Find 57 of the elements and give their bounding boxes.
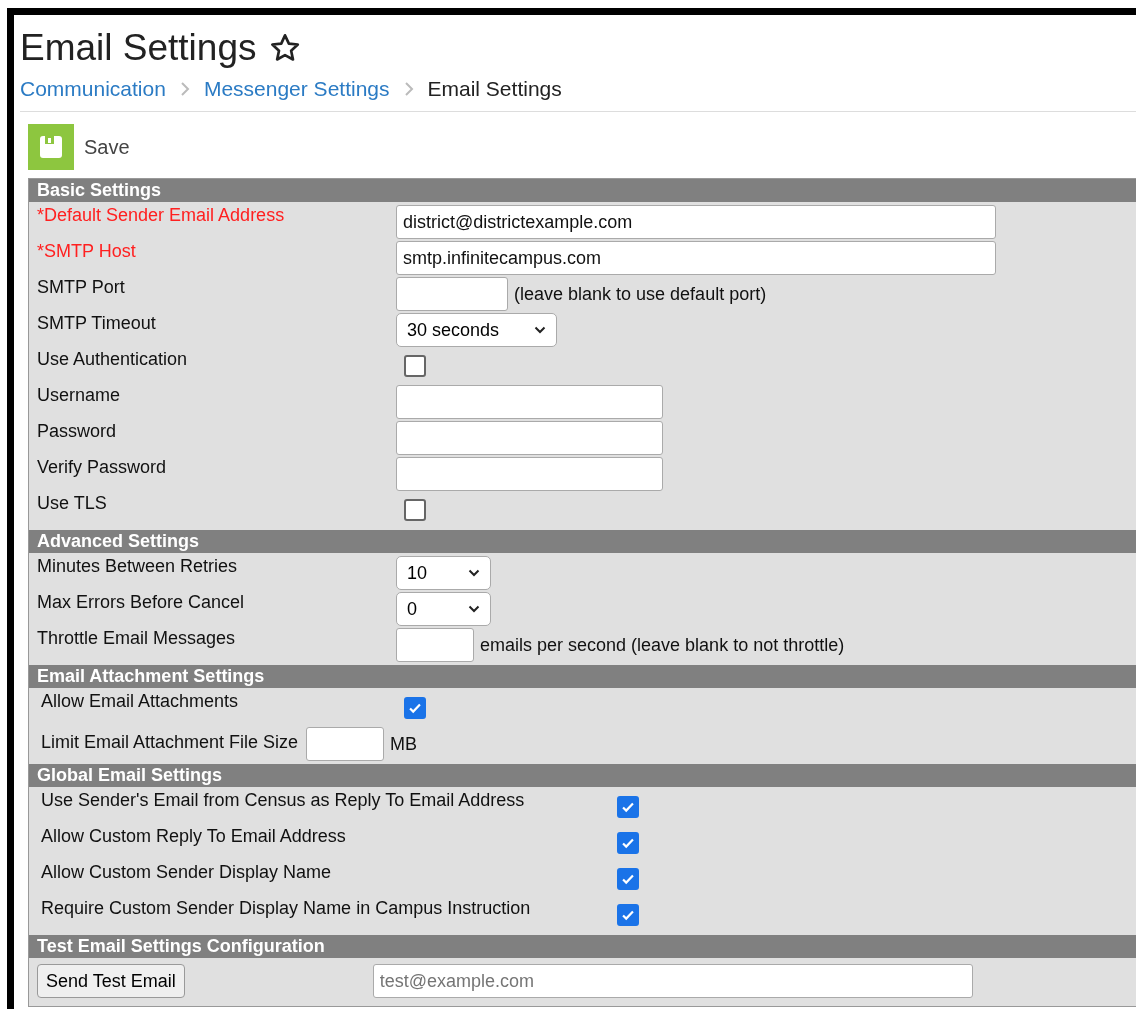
- checkbox[interactable]: [404, 355, 426, 377]
- field-label: Verify Password: [37, 456, 168, 478]
- input-field[interactable]: [396, 385, 663, 419]
- field-label: *Default Sender Email Address: [37, 204, 286, 226]
- checkbox[interactable]: [617, 796, 639, 818]
- field-label: Use Sender's Email from Census as Reply To Email Address: [40, 789, 526, 811]
- send-test-email-button[interactable]: Send Test Email: [37, 964, 185, 998]
- dropdown[interactable]: 30 seconds: [396, 313, 557, 347]
- input-field[interactable]: district@districtexample.com: [396, 205, 996, 239]
- field-label: Allow Email Attachments: [40, 690, 240, 712]
- dropdown[interactable]: 0: [396, 592, 491, 626]
- input-field[interactable]: [306, 727, 385, 761]
- input-field[interactable]: smtp.infinitecampus.com: [396, 241, 996, 275]
- input-field[interactable]: test@example.com: [372, 964, 973, 998]
- chevron-icon: [179, 81, 190, 97]
- chevron-icon: [403, 81, 414, 97]
- field-label: Throttle Email Messages: [37, 627, 237, 649]
- chevron-down-icon: [534, 326, 546, 334]
- input-field[interactable]: [396, 421, 663, 455]
- field-label: Max Errors Before Cancel: [37, 591, 246, 613]
- field-label: Username: [37, 384, 122, 406]
- field-hint: emails per second (leave blank to not throttle): [480, 634, 845, 656]
- field-label: Limit Email Attachment File Size: [40, 731, 299, 753]
- field-label: Use TLS: [37, 492, 108, 514]
- chevron-down-icon: [468, 569, 480, 577]
- section-header: Email Attachment Settings: [29, 665, 1136, 688]
- field-hint: (leave blank to use default port): [514, 283, 767, 305]
- field-label: Minutes Between Retries: [37, 555, 239, 577]
- field-label: Password: [37, 420, 118, 442]
- checkbox[interactable]: [617, 868, 639, 890]
- page-title: Email Settings: [20, 27, 257, 69]
- field-label: Allow Custom Sender Display Name: [40, 861, 333, 883]
- input-field[interactable]: [396, 277, 508, 311]
- section-header: Test Email Settings Configuration: [29, 935, 1136, 958]
- dropdown[interactable]: 10: [396, 556, 491, 590]
- save-label[interactable]: Save: [84, 135, 130, 159]
- breadcrumb-link[interactable]: Messenger Settings: [203, 77, 390, 101]
- field-label: Require Custom Sender Display Name in Campus Instruction: [40, 897, 532, 919]
- field-hint: MB: [390, 733, 418, 755]
- breadcrumb-link[interactable]: Communication: [20, 77, 166, 101]
- checkbox[interactable]: [404, 697, 426, 719]
- chevron-down-icon: [468, 605, 480, 613]
- input-field[interactable]: [396, 628, 474, 662]
- section-header: Advanced Settings: [29, 530, 1136, 553]
- field-label: Allow Custom Reply To Email Address: [40, 825, 347, 847]
- section-header: Global Email Settings: [29, 764, 1136, 787]
- input-field[interactable]: [396, 457, 663, 491]
- field-label: Use Authentication: [37, 348, 189, 370]
- checkbox[interactable]: [617, 904, 639, 926]
- section-header: Basic Settings: [29, 179, 1136, 202]
- field-label: SMTP Timeout: [37, 312, 157, 334]
- breadcrumb-current: Email Settings: [427, 77, 562, 101]
- field-label: *SMTP Host: [37, 240, 137, 262]
- star-icon[interactable]: [268, 32, 301, 64]
- field-label: SMTP Port: [37, 276, 126, 298]
- checkbox[interactable]: [404, 499, 426, 521]
- checkbox[interactable]: [617, 832, 639, 854]
